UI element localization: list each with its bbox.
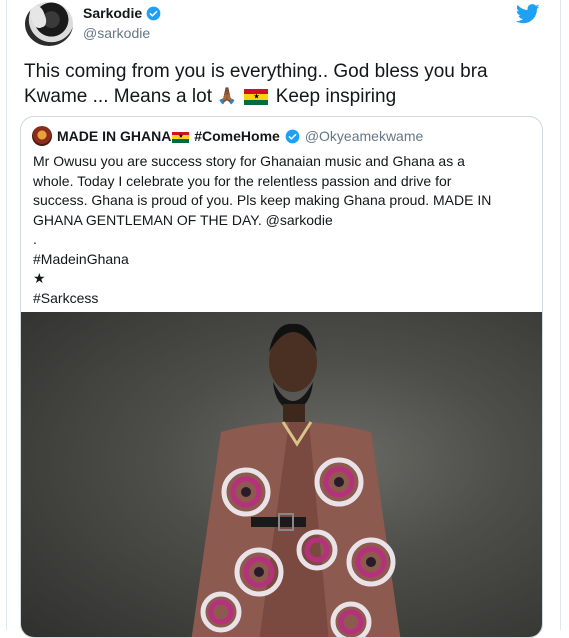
- twitter-bird-icon[interactable]: [516, 4, 540, 24]
- author-avatar[interactable]: [25, 2, 73, 46]
- quoted-text-line: whole. Today I celebrate you for the rel…: [33, 172, 452, 189]
- author-name[interactable]: Sarkodie: [83, 5, 142, 21]
- ghana-flag-icon: ★: [244, 88, 269, 105]
- quoted-text-line: .: [33, 231, 37, 247]
- praying-hands-icon: 🙏🏾: [217, 88, 238, 106]
- author-handle[interactable]: @sarkodie: [83, 25, 150, 41]
- tweet-text: This coming from you is everything.. God…: [24, 59, 544, 109]
- quoted-tweet-header: MADE IN GHANA ★ #ComeHome @Okyeamekwame: [32, 126, 423, 146]
- tweet-text-line2b: Keep inspiring: [275, 86, 397, 107]
- quoted-author-avatar: [32, 126, 52, 146]
- author-name-row[interactable]: Sarkodie: [83, 5, 161, 21]
- tweet-text-line1: This coming from you is everything.. God…: [24, 61, 488, 82]
- verified-badge-icon: [285, 129, 300, 143]
- quoted-tweet[interactable]: MADE IN GHANA ★ #ComeHome @Okyeamekwame M…: [20, 116, 543, 638]
- quoted-tweet-text: Mr Owusu you are success story for Ghana…: [33, 152, 531, 328]
- quoted-author-name: MADE IN GHANA ★ #ComeHome: [57, 128, 280, 144]
- quoted-text-line: GHANA GENTLEMAN OF THE DAY. @sarkodie: [33, 211, 333, 228]
- quoted-text-line: success. Ghana is proud of you. Pls keep…: [33, 192, 492, 208]
- verified-badge-icon: [146, 6, 161, 20]
- quoted-text-line: Mr Owusu you are success story for Ghana…: [33, 153, 465, 169]
- ghana-flag-icon: [130, 254, 147, 265]
- ghana-flag-icon: ★: [172, 131, 190, 143]
- hashtag-sarkcess[interactable]: #Sarkcess: [33, 289, 531, 309]
- tweet-text-line2a: Kwame ... Means a lot: [24, 86, 212, 107]
- quoted-tweet-photo[interactable]: [21, 312, 542, 637]
- hashtag-madeinghana[interactable]: #MadeinGhana: [33, 250, 531, 270]
- photo-illustration: [191, 323, 401, 637]
- quoted-author-handle: @Okyeamekwame: [304, 128, 424, 144]
